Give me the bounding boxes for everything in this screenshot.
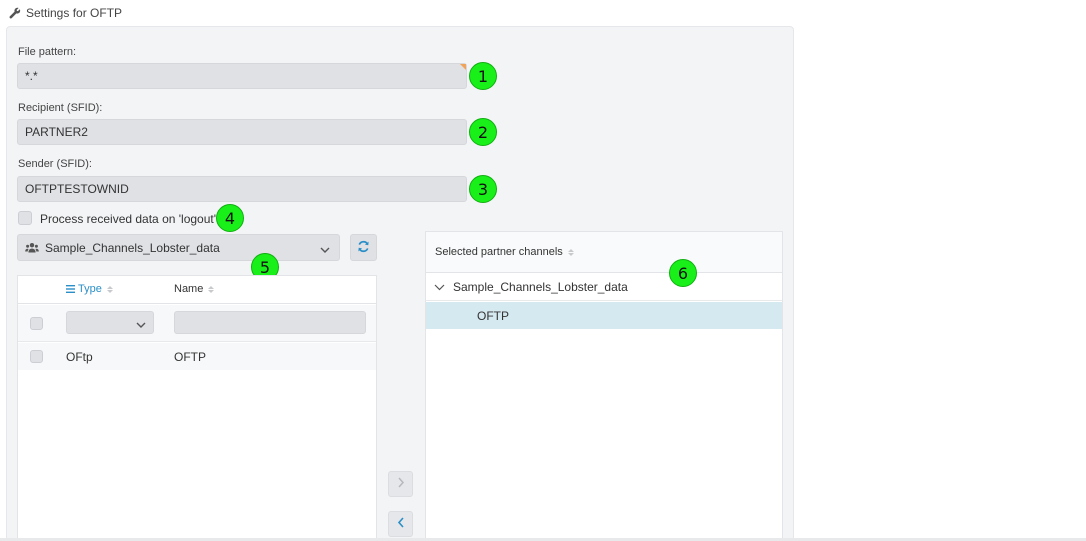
users-icon bbox=[25, 242, 39, 254]
chevron-down-icon bbox=[136, 318, 146, 332]
row-name: OFTP bbox=[174, 350, 206, 364]
filter-row bbox=[18, 305, 376, 342]
refresh-button[interactable] bbox=[350, 234, 377, 261]
row-checkbox[interactable] bbox=[30, 350, 43, 363]
sort-icon bbox=[567, 248, 574, 256]
selected-partner-channels-table: Selected partner channels Sample_Channel… bbox=[425, 231, 783, 541]
list-item[interactable]: OFTP bbox=[426, 302, 782, 329]
name-filter-input[interactable] bbox=[174, 311, 366, 334]
wrench-icon bbox=[8, 6, 22, 20]
window-title-bar: Settings for OFTP bbox=[0, 0, 1086, 26]
chevron-down-icon bbox=[320, 243, 330, 257]
move-left-button[interactable] bbox=[388, 511, 413, 537]
logout-checkbox[interactable] bbox=[18, 211, 32, 225]
recipient-value: PARTNER2 bbox=[25, 125, 88, 139]
column-header-name-label: Name bbox=[174, 283, 204, 295]
sender-input[interactable]: OFTPTESTOWNID bbox=[17, 176, 467, 202]
required-corner-indicator bbox=[460, 64, 466, 70]
sender-value: OFTPTESTOWNID bbox=[25, 182, 129, 196]
logout-checkbox-label[interactable]: Process received data on 'logout' bbox=[40, 212, 216, 226]
channel-group-name: Sample_Channels_Lobster_data bbox=[453, 280, 628, 294]
refresh-icon bbox=[357, 240, 370, 256]
selected-channel-name: OFTP bbox=[477, 308, 509, 323]
window-title: Settings for OFTP bbox=[26, 6, 123, 20]
chevron-right-icon bbox=[397, 477, 405, 491]
select-all-checkbox[interactable] bbox=[30, 317, 43, 330]
recipient-label: Recipient (SFID): bbox=[18, 102, 103, 114]
table-header: Type Name bbox=[18, 276, 376, 304]
type-filter-select[interactable] bbox=[66, 311, 154, 334]
recipient-input[interactable]: PARTNER2 bbox=[17, 119, 467, 145]
file-pattern-label: File pattern: bbox=[18, 46, 77, 58]
annotation-marker-4: 4 bbox=[216, 204, 244, 232]
annotation-marker-1: 1 bbox=[469, 62, 497, 90]
chevron-left-icon bbox=[397, 517, 405, 531]
file-pattern-input[interactable]: *.* bbox=[17, 63, 467, 89]
channel-group-row[interactable]: Sample_Channels_Lobster_data bbox=[426, 274, 782, 301]
table-row[interactable]: OFtp OFTP bbox=[18, 343, 376, 370]
annotation-marker-2: 2 bbox=[469, 118, 497, 146]
annotation-marker-3: 3 bbox=[469, 175, 497, 203]
row-type: OFtp bbox=[66, 350, 93, 364]
column-header-type[interactable]: Type bbox=[66, 283, 113, 295]
sender-label: Sender (SFID): bbox=[18, 158, 92, 170]
channel-group-select[interactable]: Sample_Channels_Lobster_data bbox=[17, 234, 340, 261]
channel-group-selected: Sample_Channels_Lobster_data bbox=[45, 240, 220, 255]
move-right-button[interactable] bbox=[388, 471, 413, 497]
column-header-type-label: Type bbox=[78, 283, 102, 295]
file-pattern-value: *.* bbox=[25, 69, 38, 83]
sort-icon bbox=[106, 285, 113, 293]
list-icon bbox=[66, 285, 75, 293]
sort-icon bbox=[208, 285, 215, 293]
column-header-name[interactable]: Name bbox=[174, 283, 215, 295]
annotation-marker-6: 6 bbox=[669, 259, 697, 287]
available-channels-table: Type Name OFtp OFTP bbox=[17, 275, 377, 541]
selected-channels-header: Selected partner channels bbox=[435, 246, 563, 258]
chevron-down-icon[interactable] bbox=[434, 283, 445, 291]
table-header[interactable]: Selected partner channels bbox=[426, 232, 782, 273]
